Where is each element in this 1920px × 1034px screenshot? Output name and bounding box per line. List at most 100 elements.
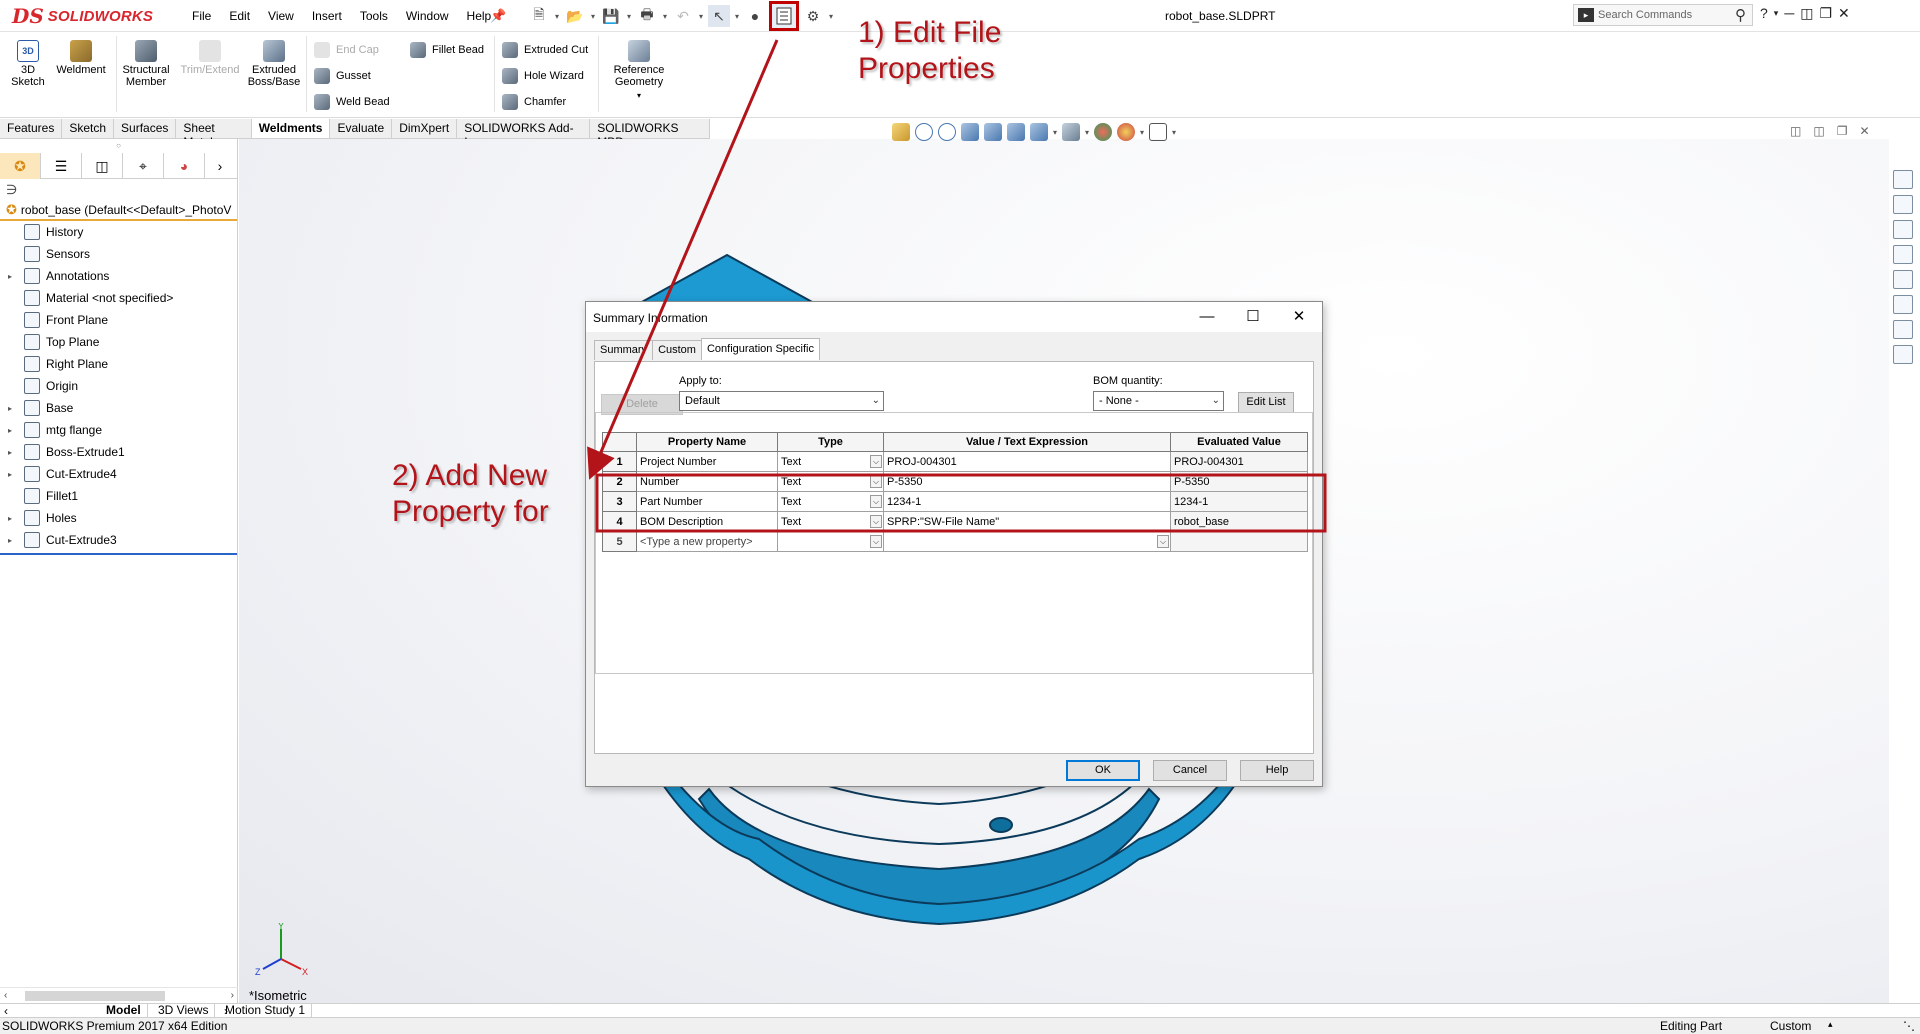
save-icon[interactable]: 💾 bbox=[600, 5, 622, 27]
tree-item[interactable]: ▸ Annotations bbox=[0, 265, 237, 287]
chevron-down-icon[interactable]: ▾ bbox=[625, 12, 633, 21]
tree-item[interactable]: Top Plane bbox=[0, 331, 237, 353]
menu-tools[interactable]: Tools bbox=[351, 9, 397, 23]
property-name-cell[interactable]: Number bbox=[636, 471, 778, 492]
edit-list-button[interactable]: Edit List bbox=[1238, 392, 1294, 413]
help-button[interactable]: Help bbox=[1240, 760, 1314, 781]
value-expression-cell[interactable]: PROJ-004301 bbox=[883, 451, 1171, 472]
chevron-down-icon[interactable]: ▾ bbox=[1140, 128, 1144, 137]
view-settings-icon[interactable] bbox=[1149, 123, 1168, 141]
solidworks-logo[interactable]: DS SOLIDWORKS bbox=[12, 4, 153, 28]
tree-item[interactable]: ▸ Cut-Extrude4 bbox=[0, 463, 237, 485]
tree-item[interactable]: Fillet1 bbox=[0, 485, 237, 507]
open-folder-icon[interactable]: 📂 bbox=[564, 5, 586, 27]
type-cell[interactable]: Text ⌵ bbox=[777, 491, 884, 512]
pane-close-icon[interactable]: ✕ bbox=[1859, 124, 1869, 138]
pane-right-icon[interactable]: ◫ bbox=[1813, 124, 1824, 138]
tab-3d-views[interactable]: 3D Views bbox=[152, 1004, 216, 1018]
tab-solidworks-add-ins[interactable]: SOLIDWORKS Add-Ins bbox=[457, 119, 591, 149]
type-cell[interactable]: ⌵ bbox=[777, 531, 884, 552]
expand-tabs-button[interactable]: › bbox=[205, 153, 235, 179]
chevron-down-icon[interactable]: ▾ bbox=[661, 12, 669, 21]
property-name-cell[interactable]: Project Number bbox=[636, 451, 778, 472]
minimize-icon[interactable]: ─ bbox=[1784, 5, 1794, 22]
chevron-down-icon[interactable]: ▾ bbox=[589, 12, 597, 21]
chevron-down-icon[interactable]: ⌵ bbox=[870, 495, 882, 508]
menu-window[interactable]: Window bbox=[397, 9, 458, 23]
tab-sketch[interactable]: Sketch bbox=[62, 119, 115, 138]
gusset-button[interactable]: Gusset bbox=[314, 68, 371, 84]
expand-arrow-icon[interactable]: ▸ bbox=[4, 448, 16, 457]
menu-insert[interactable]: Insert bbox=[303, 9, 351, 23]
weld-bead-button[interactable]: Weld Bead bbox=[314, 94, 390, 110]
chevron-down-icon[interactable]: ⌵ bbox=[870, 455, 882, 468]
tree-item[interactable]: Origin bbox=[0, 375, 237, 397]
chevron-down-icon[interactable]: ▾ bbox=[1053, 128, 1057, 137]
feature-manager-tab[interactable]: ✪ bbox=[0, 153, 41, 179]
pane-left-icon[interactable]: ◫ bbox=[1790, 124, 1801, 138]
appearances-icon[interactable] bbox=[1893, 295, 1913, 314]
bom-quantity-select[interactable]: - None - ⌄ bbox=[1093, 391, 1224, 411]
chevron-down-icon[interactable]: ⌵ bbox=[870, 535, 882, 548]
tree-item[interactable]: ▸ Base bbox=[0, 397, 237, 419]
chevron-up-icon[interactable]: ▴ bbox=[1828, 1019, 1833, 1030]
options-gear-icon[interactable]: ⚙ bbox=[802, 5, 824, 27]
resources-icon[interactable] bbox=[1893, 195, 1913, 214]
forum-icon[interactable] bbox=[1893, 345, 1913, 364]
type-cell[interactable]: Text ⌵ bbox=[777, 511, 884, 532]
tab-features[interactable]: Features bbox=[0, 119, 63, 138]
chamfer-button[interactable]: Chamfer bbox=[502, 94, 566, 110]
pane-restore-icon[interactable]: ❐ bbox=[1837, 124, 1848, 138]
tile-icon[interactable]: ◫ bbox=[1800, 5, 1813, 22]
file-explorer-icon[interactable] bbox=[1893, 245, 1913, 264]
chevron-down-icon[interactable]: ⌵ bbox=[870, 475, 882, 488]
tab-motion-study[interactable]: Motion Study 1 bbox=[219, 1004, 313, 1018]
chevron-down-icon[interactable]: ▾ bbox=[604, 90, 674, 102]
section-view-icon[interactable] bbox=[961, 123, 979, 141]
value-expression-cell[interactable]: ⌵ bbox=[883, 531, 1171, 552]
tab-evaluate[interactable]: Evaluate bbox=[330, 119, 393, 138]
display-manager-tab[interactable]: ◕ bbox=[164, 153, 205, 179]
tree-root-part[interactable]: ✪ robot_base (Default<<Default>_PhotoV bbox=[0, 201, 237, 221]
tab-configuration-specific[interactable]: Configuration Specific bbox=[700, 338, 820, 360]
help-icon[interactable]: ? bbox=[1760, 5, 1768, 22]
tree-item[interactable]: Front Plane bbox=[0, 309, 237, 331]
view-orientation-icon[interactable] bbox=[1007, 123, 1025, 141]
print-icon[interactable]: 🖶 bbox=[636, 5, 658, 27]
tree-item[interactable]: History bbox=[0, 221, 237, 243]
menu-file[interactable]: File bbox=[183, 9, 220, 23]
units-selector[interactable]: Custom bbox=[1770, 1019, 1811, 1033]
weldment-button[interactable]: Weldment bbox=[54, 40, 108, 76]
expand-arrow-icon[interactable]: ▸ bbox=[4, 536, 16, 545]
expand-arrow-icon[interactable]: ▸ bbox=[4, 426, 16, 435]
dimxpert-manager-tab[interactable]: ⌖ bbox=[123, 153, 164, 179]
fillet-bead-button[interactable]: Fillet Bead bbox=[410, 42, 484, 58]
tree-item[interactable]: Material <not specified> bbox=[0, 287, 237, 309]
expand-arrow-icon[interactable]: ▸ bbox=[4, 470, 16, 479]
property-name-cell[interactable]: Part Number bbox=[636, 491, 778, 512]
3d-sketch-button[interactable]: 3D 3D Sketch bbox=[10, 40, 46, 88]
property-name-cell[interactable]: <Type a new property> bbox=[636, 531, 778, 552]
property-manager-tab[interactable]: ☰ bbox=[41, 153, 82, 179]
undo-icon[interactable]: ↶ bbox=[672, 5, 694, 27]
scroll-left-icon[interactable]: ‹ bbox=[4, 1004, 8, 1018]
rollback-bar[interactable] bbox=[0, 553, 237, 555]
horizontal-scrollbar[interactable]: ‹ › bbox=[0, 987, 238, 1003]
close-icon[interactable]: ✕ bbox=[1838, 5, 1850, 22]
chevron-down-icon[interactable]: ⌵ bbox=[1157, 535, 1169, 548]
chevron-down-icon[interactable]: ▾ bbox=[827, 12, 835, 21]
reference-geometry-button[interactable]: Reference Geometry ▾ bbox=[604, 40, 674, 102]
tab-summary[interactable]: Summary bbox=[594, 340, 654, 360]
maximize-icon[interactable]: ☐ bbox=[1230, 302, 1276, 332]
end-cap-button[interactable]: End Cap bbox=[314, 42, 379, 58]
filter-icon[interactable]: ∋ bbox=[0, 179, 237, 201]
tab-solidworks-mbd[interactable]: SOLIDWORKS MBD bbox=[590, 119, 711, 149]
apply-scene-icon[interactable] bbox=[1117, 123, 1136, 141]
hole-wizard-button[interactable]: Hole Wizard bbox=[502, 68, 584, 84]
ok-button[interactable]: OK bbox=[1066, 760, 1140, 781]
chevron-down-icon[interactable]: ▾ bbox=[553, 12, 561, 21]
new-document-icon[interactable]: 🗎 bbox=[528, 5, 550, 27]
zoom-to-area-icon[interactable] bbox=[915, 123, 933, 141]
scroll-right-icon[interactable]: › bbox=[231, 990, 234, 1001]
tab-sheet-metal[interactable]: Sheet Metal bbox=[176, 119, 252, 149]
